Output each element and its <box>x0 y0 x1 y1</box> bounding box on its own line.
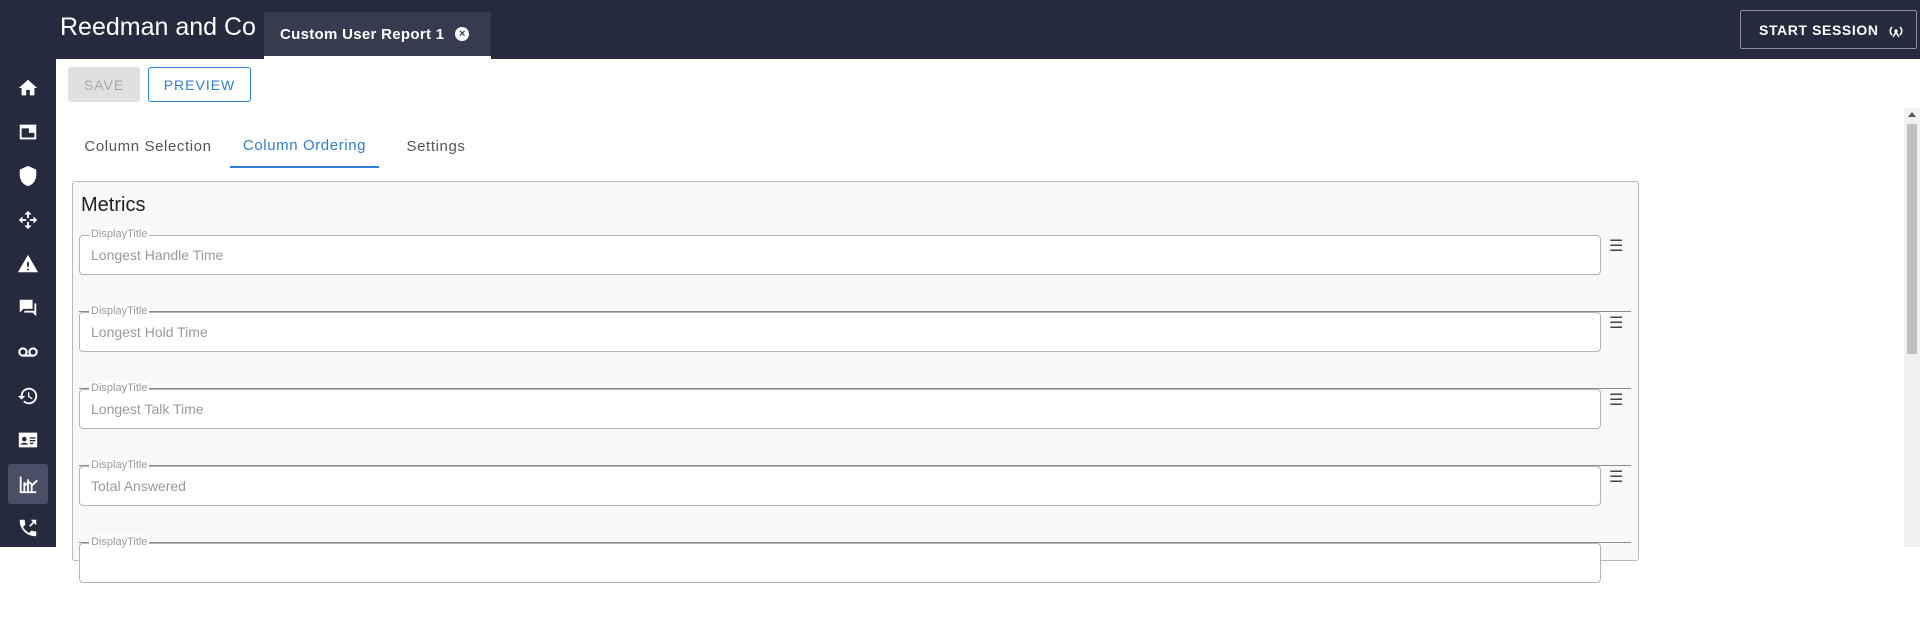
start-session-label: START SESSION <box>1759 21 1879 38</box>
display-title-field[interactable]: DisplayTitle Longest Talk Time <box>79 381 1601 429</box>
list-item[interactable]: DisplayTitle Longest Talk Time ☰ <box>79 381 1631 466</box>
field-label: DisplayTitle <box>89 458 150 472</box>
sidebar-item-contacts[interactable] <box>8 420 48 460</box>
vertical-scrollbar[interactable] <box>1904 108 1920 547</box>
warning-icon <box>17 254 39 273</box>
drag-handle-icon[interactable]: ☰ <box>1609 239 1623 255</box>
chat-icon <box>19 299 37 317</box>
start-session-button[interactable]: START SESSION <box>1740 10 1917 49</box>
sidebar-item-alerts[interactable] <box>8 244 48 284</box>
contact-card-icon <box>18 432 38 448</box>
move-arrows-icon <box>18 210 38 230</box>
sidebar-item-voicemail[interactable] <box>8 332 48 372</box>
tab-column-selection[interactable]: Column Selection <box>68 125 228 168</box>
scroll-up-arrow-icon[interactable] <box>1908 112 1916 117</box>
history-icon <box>17 387 38 405</box>
brand-name: Reedman and Co <box>60 13 256 41</box>
field-label: DisplayTitle <box>89 304 150 318</box>
close-circle-icon[interactable]: × <box>455 27 470 41</box>
open-report-tab[interactable]: Custom User Report 1 × <box>264 12 491 59</box>
tab-settings[interactable]: Settings <box>386 125 486 168</box>
display-title-field[interactable]: DisplayTitle Longest Hold Time <box>79 304 1601 352</box>
sidebar-item-security[interactable] <box>8 156 48 196</box>
open-report-tab-label: Custom User Report 1 <box>280 25 445 43</box>
home-icon <box>18 79 38 96</box>
display-title-field[interactable]: DisplayTitle Total Answered <box>79 458 1601 506</box>
sidebar-item-call-transfer[interactable] <box>8 508 48 548</box>
sidebar-item-history[interactable] <box>8 376 48 416</box>
drag-handle-icon[interactable]: ☰ <box>1609 393 1623 409</box>
shield-icon <box>19 165 37 187</box>
field-label: DisplayTitle <box>89 227 150 241</box>
field-label: DisplayTitle <box>89 381 150 395</box>
metrics-panel: Metrics DisplayTitle Longest Handle Time… <box>72 181 1639 583</box>
field-value: Total Answered <box>91 478 186 494</box>
drag-handle-icon[interactable]: ☰ <box>1609 316 1623 332</box>
tab-column-ordering[interactable]: Column Ordering <box>230 125 379 168</box>
sidebar-item-chat[interactable] <box>8 288 48 328</box>
save-button[interactable]: SAVE <box>68 67 140 102</box>
field-value: Longest Hold Time <box>91 324 208 340</box>
list-item[interactable]: DisplayTitle Longest Handle Time ☰ <box>79 227 1631 312</box>
field-value: Longest Handle Time <box>91 247 224 263</box>
display-title-field[interactable]: DisplayTitle Longest Handle Time <box>79 227 1601 275</box>
preview-button[interactable]: PREVIEW <box>148 67 251 102</box>
sidebar <box>0 59 56 547</box>
list-item[interactable]: DisplayTitle <box>79 535 1631 620</box>
scroll-thumb[interactable] <box>1907 124 1917 354</box>
reports-icon <box>19 476 38 494</box>
sidebar-item-reports[interactable] <box>8 464 48 504</box>
voicemail-icon <box>18 347 38 357</box>
sidebar-item-windows[interactable] <box>8 112 48 152</box>
antenna-icon <box>1889 25 1902 37</box>
display-title-field[interactable]: DisplayTitle <box>79 535 1601 583</box>
top-bar: Reedman and Co Custom User Report 1 × ST… <box>0 0 1920 59</box>
list-item[interactable]: DisplayTitle Longest Hold Time ☰ <box>79 304 1631 389</box>
panel-title: Metrics <box>81 194 146 216</box>
drag-handle-icon[interactable]: ☰ <box>1609 470 1623 486</box>
phone-transfer-icon <box>19 519 37 537</box>
sidebar-item-home[interactable] <box>8 68 48 108</box>
field-value: Longest Talk Time <box>91 401 204 417</box>
sidebar-item-routing[interactable] <box>8 200 48 240</box>
list-item[interactable]: DisplayTitle Total Answered ☰ <box>79 458 1631 543</box>
window-icon <box>19 124 37 140</box>
